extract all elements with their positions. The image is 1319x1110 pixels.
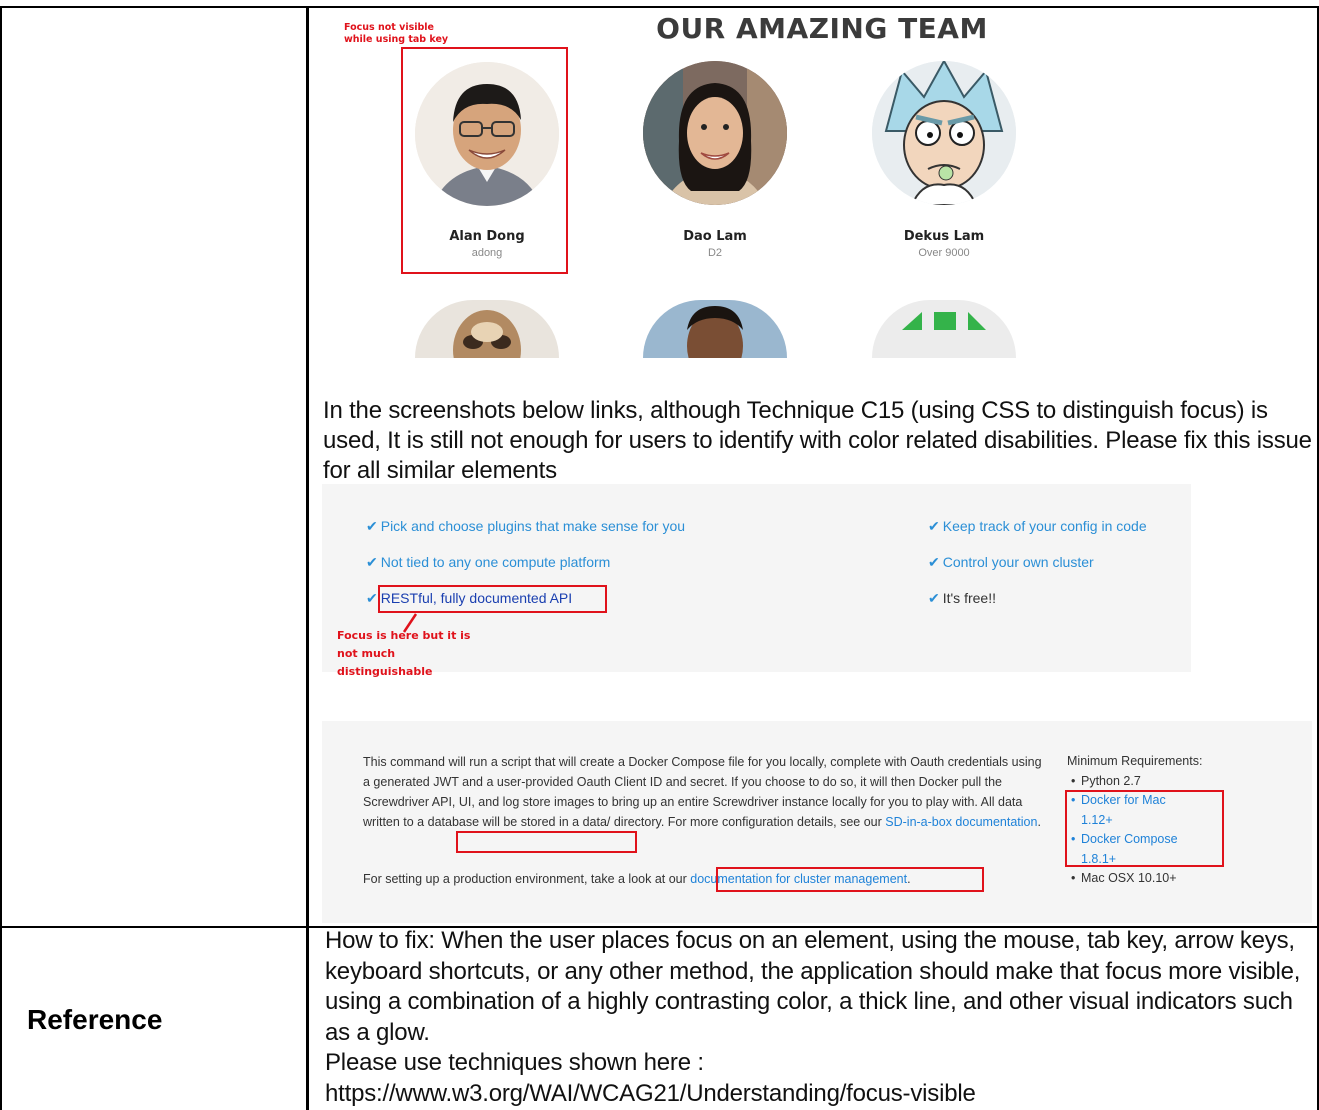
member-name-alan-dong: Alan Dong bbox=[449, 229, 525, 244]
person-photo-icon bbox=[643, 61, 787, 205]
avatar-sloth-cropped[interactable] bbox=[415, 300, 559, 358]
check-icon: ✔ bbox=[366, 554, 378, 570]
member-handle-dekus-lam: Over 9000 bbox=[918, 247, 970, 259]
cartoon-character-icon bbox=[872, 61, 1016, 205]
requirements-title: Minimum Requirements: bbox=[1067, 754, 1203, 768]
check-icon: ✔ bbox=[928, 590, 940, 606]
green-logo-icon bbox=[872, 300, 1016, 358]
feature-link-compute[interactable]: ✔ Not tied to any one compute platform bbox=[366, 554, 610, 571]
team-title: OUR AMAZING TEAM bbox=[656, 12, 988, 45]
member-name-dekus-lam: Dekus Lam bbox=[903, 229, 985, 244]
check-icon: ✔ bbox=[366, 518, 378, 534]
focus-highlight-box-sd-link bbox=[456, 831, 637, 853]
table-top-border bbox=[0, 6, 1319, 8]
avatar-person-cropped[interactable] bbox=[643, 300, 787, 358]
table-column-divider bbox=[306, 6, 309, 1110]
member-name-dao-lam: Dao Lam bbox=[683, 229, 747, 244]
check-icon: ✔ bbox=[366, 590, 378, 606]
how-to-fix-text: How to fix: When the user places focus o… bbox=[325, 926, 1315, 1109]
reference-url[interactable]: https://www.w3.org/WAI/WCAG21/Understand… bbox=[325, 1079, 1315, 1110]
feature-text-free: ✔ It's free!! bbox=[928, 590, 996, 606]
sd-in-a-box-link[interactable]: SD-in-a-box documentation bbox=[885, 815, 1037, 829]
check-icon: ✔ bbox=[928, 554, 940, 570]
avatar-dekus-lam[interactable] bbox=[872, 61, 1016, 205]
person-photo-icon bbox=[643, 300, 787, 358]
avatar-logo-cropped[interactable] bbox=[872, 300, 1016, 358]
focus-highlight-box-cluster-link bbox=[716, 867, 984, 892]
check-icon: ✔ bbox=[928, 518, 940, 534]
feature-focus-note: Focus is here but it is not much disting… bbox=[337, 629, 471, 678]
focus-highlight-box-feature bbox=[378, 585, 607, 613]
feature-link-plugins[interactable]: ✔ Pick and choose plugins that make sense… bbox=[366, 518, 685, 535]
description-paragraph: In the screenshots below links, although… bbox=[323, 397, 1312, 484]
member-handle-dao-lam: D2 bbox=[707, 247, 723, 259]
member-handle-alan-dong: adong bbox=[471, 247, 503, 259]
sloth-photo-icon bbox=[415, 300, 559, 358]
avatar-dao-lam[interactable] bbox=[643, 61, 787, 205]
docker-description: This command will run a script that will… bbox=[363, 755, 1042, 829]
table-left-border bbox=[0, 6, 2, 1110]
focus-highlight-box-requirements bbox=[1065, 790, 1224, 867]
focus-note: Focus not visible while using tab key bbox=[344, 22, 449, 45]
requirement-python: Python 2.7 bbox=[1071, 772, 1217, 792]
feature-link-config[interactable]: ✔ Keep track of your config in code bbox=[928, 518, 1147, 535]
feature-link-cluster[interactable]: ✔ Control your own cluster bbox=[928, 554, 1094, 571]
requirement-macosx: Mac OSX 10.10+ bbox=[1071, 869, 1217, 889]
reference-label: Reference bbox=[27, 1004, 163, 1035]
